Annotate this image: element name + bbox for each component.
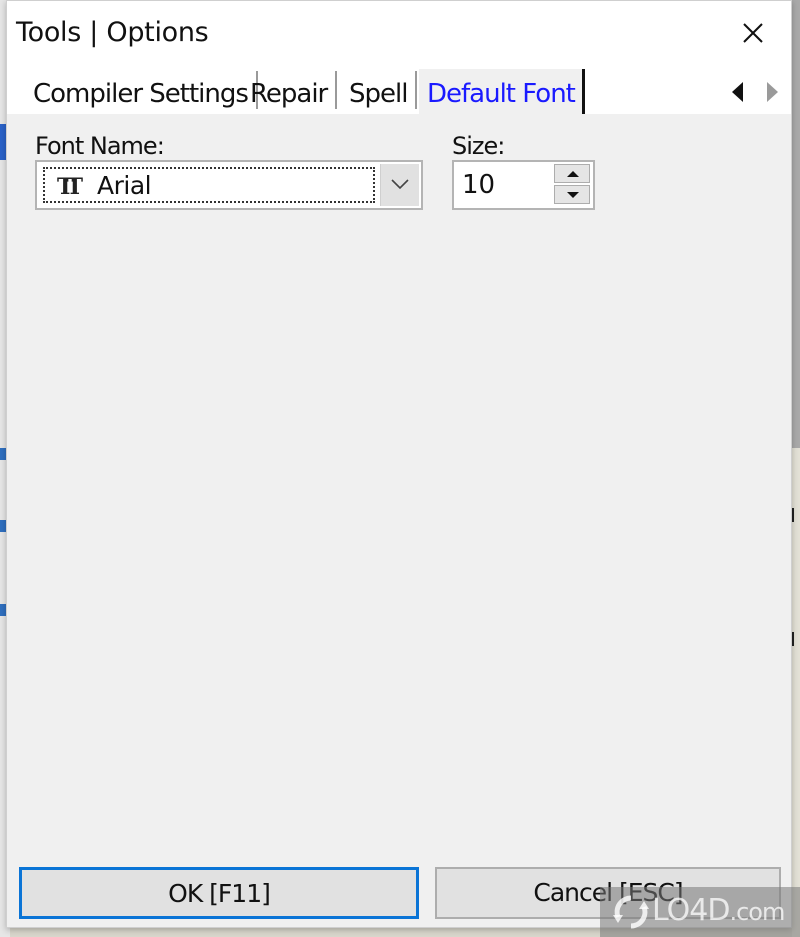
font-name-label: Font Name: (35, 132, 165, 160)
close-icon (743, 23, 763, 43)
background-gray-strip (792, 0, 800, 448)
tab-strip: Compiler Settings Repair Spell Default F… (7, 69, 791, 114)
triangle-left-icon (732, 82, 743, 102)
tab-scroll-left-button[interactable] (727, 79, 749, 105)
watermark-brand: LO4D (652, 893, 730, 928)
ok-button[interactable]: OK [F11] (19, 867, 419, 919)
watermark-suffix: .com (729, 898, 785, 926)
size-value[interactable]: 10 (462, 170, 495, 200)
font-name-combobox[interactable]: TT Arial (35, 160, 423, 210)
watermark-text: LO4D.com (652, 893, 785, 928)
size-label: Size: (452, 132, 505, 160)
size-up-button[interactable] (554, 164, 590, 183)
truetype-font-icon: TT (57, 174, 83, 200)
size-down-button[interactable] (554, 185, 590, 204)
font-name-value: Arial (97, 171, 152, 200)
close-button[interactable] (735, 15, 771, 51)
font-name-dropdown-button[interactable] (380, 164, 419, 206)
arrow-up-icon (567, 171, 579, 177)
size-spinbox[interactable]: 10 (452, 160, 595, 210)
arrow-down-icon (567, 192, 579, 198)
tab-compiler-settings[interactable]: Compiler Settings (25, 69, 258, 114)
background-app-right-edge (792, 0, 800, 937)
background-mark (792, 632, 800, 646)
tab-default-font[interactable]: Default Font (419, 69, 585, 114)
tab-spell[interactable]: Spell (341, 69, 418, 114)
dialog-title: Tools | Options (16, 17, 209, 48)
chevron-down-icon (391, 179, 409, 190)
background-mark (792, 508, 800, 522)
title-bar: Tools | Options (7, 1, 791, 67)
font-name-field[interactable]: TT Arial (43, 167, 375, 203)
tab-scroll-right-button[interactable] (762, 79, 784, 105)
default-font-panel: Font Name: TT Arial Size: 10 OK [F11] Ca… (7, 114, 791, 927)
options-dialog: Tools | Options Compiler Settings Repair… (6, 0, 792, 928)
triangle-right-icon (767, 82, 778, 102)
tab-repair[interactable]: Repair (242, 69, 338, 114)
lo4d-watermark: LO4D.com (600, 887, 800, 937)
refresh-arrows-icon (613, 895, 649, 929)
